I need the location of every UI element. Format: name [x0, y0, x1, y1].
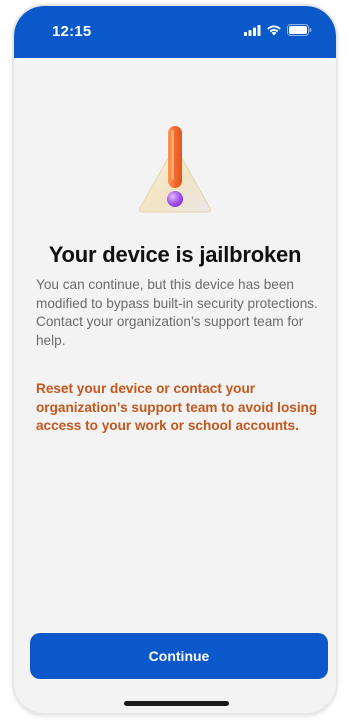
- wifi-icon: [266, 24, 282, 36]
- status-time: 12:15: [52, 23, 92, 40]
- status-bar: 12:15: [14, 6, 336, 58]
- warning-exclamation-icon: [136, 124, 214, 220]
- body-description: You can continue, but this device has be…: [36, 277, 318, 348]
- home-indicator[interactable]: [124, 701, 229, 706]
- warning-message: Reset your device or contact your organi…: [36, 381, 318, 434]
- battery-icon: [287, 24, 312, 36]
- page-title: Your device is jailbroken: [48, 242, 302, 267]
- continue-button[interactable]: Continue: [30, 633, 328, 679]
- signal-icon: [244, 24, 261, 36]
- phone-frame: 12:15 Your device is jailbroken You can …: [14, 6, 336, 713]
- status-icons: [244, 24, 312, 36]
